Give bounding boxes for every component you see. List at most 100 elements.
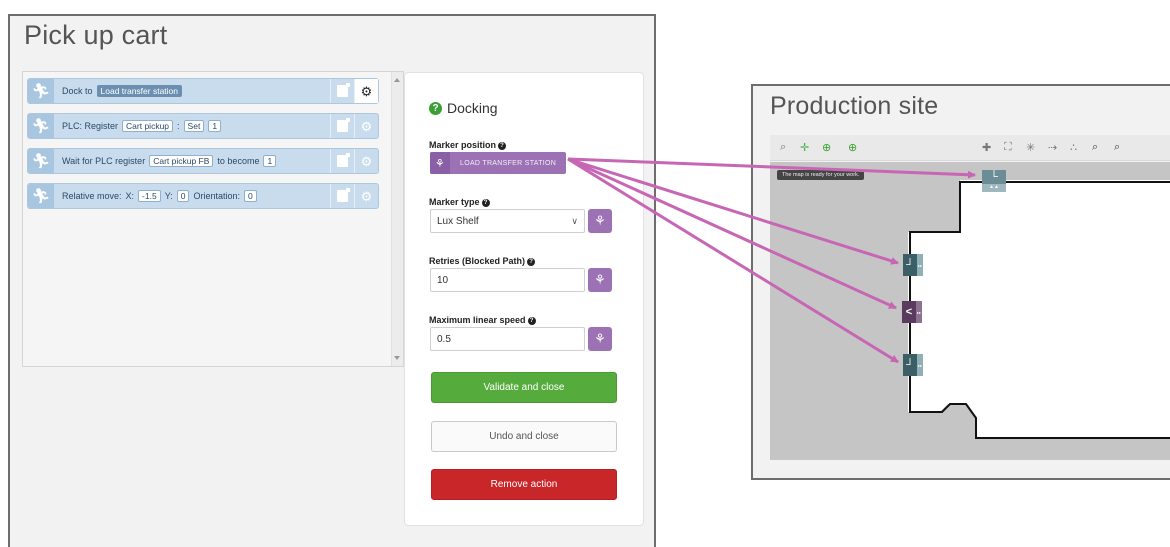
- add-position-icon[interactable]: ⊕: [822, 141, 831, 154]
- copy-icon: [337, 83, 350, 97]
- x-value-box[interactable]: -1.5: [138, 190, 161, 202]
- window-title: Production site: [770, 92, 939, 120]
- panel-title: ? Docking: [429, 100, 498, 116]
- crosshair-icon[interactable]: ✚: [982, 141, 991, 154]
- robots-icon[interactable]: ∴: [1070, 141, 1077, 154]
- running-person-icon: 🏃︎: [28, 79, 54, 103]
- copy-button[interactable]: [330, 184, 354, 208]
- orientation-value-box[interactable]: 0: [243, 190, 257, 202]
- undo-and-close-button[interactable]: Undo and close: [431, 421, 617, 452]
- zoom-in-icon[interactable]: ⌕: [1092, 141, 1098, 154]
- action-text: PLC: Register Cart pickup : Set 1: [62, 120, 222, 132]
- x-label: X:: [125, 191, 135, 201]
- marker-position-label-text: Marker position: [429, 140, 497, 150]
- marker-type-label: Marker type?: [429, 197, 490, 207]
- gear-icon: ⚙: [360, 188, 373, 204]
- marker-type-select[interactable]: Lux Shelf ∨: [430, 209, 585, 233]
- remove-action-button[interactable]: Remove action: [431, 469, 617, 500]
- copy-button[interactable]: [330, 114, 354, 138]
- path-icon[interactable]: ⇢: [1048, 141, 1057, 154]
- marker-position-button[interactable]: ⚘ LOAD TRANSFER STATION: [430, 152, 566, 174]
- validate-and-close-button[interactable]: Validate and close: [431, 372, 617, 403]
- settings-button[interactable]: ⚙: [354, 79, 378, 103]
- max-speed-variable-button[interactable]: ⚘: [588, 327, 612, 351]
- docking-settings-panel: ? Docking Marker position? ⚘ LOAD TRANSF…: [404, 72, 644, 526]
- question-circle-icon[interactable]: ?: [527, 258, 536, 266]
- map-canvas[interactable]: The map is ready for your work. └ ▲▲ ┘ ▸…: [770, 162, 1170, 460]
- register-value-box[interactable]: 1: [263, 155, 277, 167]
- stage: Pick up cart 🏃︎ Dock to Load transfer st…: [0, 0, 1170, 547]
- action-prefix: Wait for PLC register: [62, 156, 146, 166]
- question-circle-icon[interactable]: ?: [429, 101, 442, 115]
- map-marker-side: ▸▸: [916, 301, 922, 323]
- marker-type-variable-button[interactable]: ⚘: [588, 209, 612, 233]
- separator: :: [177, 121, 180, 131]
- marker-position-label: Marker position?: [429, 140, 507, 150]
- map-marker-shelf-1[interactable]: ┘: [903, 254, 917, 276]
- question-circle-icon[interactable]: ?: [481, 199, 490, 207]
- dock-target-tag[interactable]: Load transfer station: [96, 85, 183, 97]
- action-row-plc-register[interactable]: 🏃︎ PLC: Register Cart pickup : Set 1 ⚙: [27, 113, 379, 139]
- max-speed-label-text: Maximum linear speed: [429, 315, 526, 325]
- marker-type-label-text: Marker type: [429, 197, 480, 207]
- fit-to-screen-icon[interactable]: ⛶: [1004, 141, 1012, 154]
- window-title: Pick up cart: [24, 20, 168, 50]
- map-marker-shelf-2[interactable]: ┘: [903, 354, 917, 376]
- question-circle-icon[interactable]: ?: [527, 317, 536, 325]
- register-action-box[interactable]: Set: [183, 120, 205, 132]
- running-person-icon: 🏃︎: [28, 149, 54, 173]
- settings-button[interactable]: ⚙: [354, 149, 378, 173]
- question-circle-icon[interactable]: ?: [498, 142, 507, 150]
- panel-title-text: Docking: [447, 100, 498, 116]
- scroll-up-arrow-icon[interactable]: [394, 78, 400, 82]
- retries-variable-button[interactable]: ⚘: [588, 268, 612, 292]
- retries-value: 10: [437, 275, 449, 286]
- y-value-box[interactable]: 0: [176, 190, 190, 202]
- mission-editor-window: Pick up cart 🏃︎ Dock to Load transfer st…: [8, 14, 656, 547]
- copy-button[interactable]: [330, 79, 354, 103]
- move-icon[interactable]: ✛: [800, 141, 809, 154]
- map-marker-side: ▸▸: [917, 354, 923, 376]
- orientation-label: Orientation:: [193, 191, 240, 201]
- marker-position-value: LOAD TRANSFER STATION: [460, 159, 557, 167]
- map-marker-load-transfer[interactable]: └: [982, 170, 1006, 184]
- scroll-down-arrow-icon[interactable]: [394, 356, 400, 360]
- action-row-relative-move[interactable]: 🏃︎ Relative move: X: -1.5 Y: 0 Orientati…: [27, 183, 379, 209]
- marker-symbol-icon: ⚘: [430, 152, 450, 174]
- actions-list: 🏃︎ Dock to Load transfer station ⚙ 🏃︎ PL…: [22, 71, 404, 367]
- add-marker-icon[interactable]: ⊕: [848, 141, 857, 154]
- marker-type-value: Lux Shelf: [437, 216, 479, 227]
- action-row-dock[interactable]: 🏃︎ Dock to Load transfer station ⚙: [27, 78, 379, 104]
- action-prefix: Relative move:: [62, 191, 122, 201]
- max-speed-value: 0.5: [437, 334, 451, 345]
- map-status-toast: The map is ready for your work.: [777, 170, 865, 180]
- zoom-out-icon[interactable]: ⌕: [1114, 141, 1120, 154]
- chevron-down-icon: ∨: [571, 216, 578, 226]
- map-marker-vl[interactable]: <: [902, 301, 916, 323]
- register-value-box[interactable]: 1: [208, 120, 222, 132]
- copy-button[interactable]: [330, 149, 354, 173]
- register-name-box[interactable]: Cart pickup: [122, 120, 174, 132]
- settings-button[interactable]: ⚙: [354, 184, 378, 208]
- action-row-wait-plc[interactable]: 🏃︎ Wait for PLC register Cart pickup FB …: [27, 148, 379, 174]
- register-name-box[interactable]: Cart pickup FB: [149, 155, 214, 167]
- marker-symbol-icon: ⚘: [594, 272, 606, 287]
- copy-icon: [337, 118, 350, 132]
- max-speed-input[interactable]: 0.5: [430, 327, 585, 351]
- retries-input[interactable]: 10: [430, 268, 585, 292]
- copy-icon: [337, 153, 350, 167]
- gear-icon: ⚙: [360, 83, 373, 99]
- search-icon[interactable]: ⌕: [780, 141, 786, 154]
- retries-label-text: Retries (Blocked Path): [429, 256, 526, 266]
- asterisk-icon[interactable]: ✳: [1026, 141, 1035, 154]
- retries-label: Retries (Blocked Path)?: [429, 256, 536, 266]
- settings-button[interactable]: ⚙: [354, 114, 378, 138]
- action-prefix: Dock to: [62, 86, 93, 96]
- gear-icon: ⚙: [360, 118, 373, 134]
- map-window: Production site ⌕ ✛ ⊕ ⊕ ✚ ⛶ ✳ ⇢ ∴ ⌕ ⌕ Th…: [751, 84, 1170, 480]
- actions-scrollbar[interactable]: [391, 72, 403, 366]
- action-mid-text: to become: [217, 156, 260, 166]
- map-marker-side: ▸▸: [917, 254, 923, 276]
- gear-icon: ⚙: [360, 153, 373, 169]
- marker-symbol-icon: ⚘: [594, 331, 606, 346]
